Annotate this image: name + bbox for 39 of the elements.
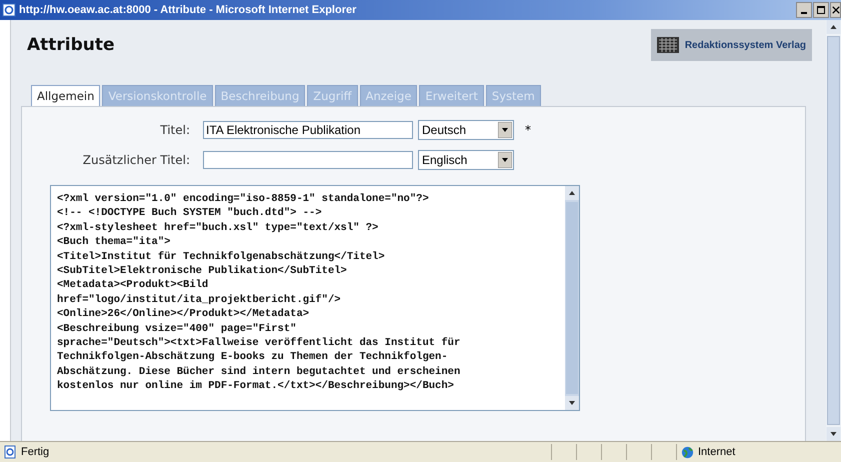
tab[interactable]: System xyxy=(486,85,541,106)
maximize-icon xyxy=(816,5,826,15)
grid-logo-icon xyxy=(656,37,679,53)
page-icon xyxy=(3,445,17,459)
window-title: http://hw.oeaw.ac.at:8000 - Attribute - Microsoft Internet Explorer xyxy=(19,4,356,16)
scroll-up-icon[interactable] xyxy=(565,186,579,200)
minimize-icon xyxy=(801,12,807,14)
text-field[interactable]: ITA Elektronische Publikation xyxy=(203,121,413,139)
status-text: Fertig xyxy=(21,446,50,458)
minimize-button[interactable] xyxy=(796,2,812,18)
globe-icon xyxy=(681,446,694,458)
xml-text-area[interactable] xyxy=(50,185,580,411)
scroll-down-icon[interactable] xyxy=(565,396,579,410)
language-dropdown[interactable]: Deutsch xyxy=(418,120,514,140)
text-field[interactable] xyxy=(203,151,413,169)
close-button[interactable] xyxy=(830,2,841,18)
field-label: Zusätzlicher Titel: xyxy=(82,153,190,167)
browser-page-icon xyxy=(2,3,16,17)
tab[interactable]: Erweitert xyxy=(419,85,484,106)
close-icon xyxy=(832,5,840,15)
scrollbar[interactable] xyxy=(565,186,579,410)
tab[interactable]: Anzeige xyxy=(360,85,418,106)
maximize-button[interactable] xyxy=(813,2,829,18)
dropdown-arrow-icon xyxy=(498,122,512,138)
dropdown-arrow-icon xyxy=(498,152,512,168)
logo-text: Redaktionssystem Verlag xyxy=(684,40,806,50)
scroll-up-icon[interactable] xyxy=(826,20,841,34)
field-label: Titel: xyxy=(159,123,190,137)
page-scrollbar[interactable] xyxy=(826,20,841,441)
tab[interactable]: Zugriff xyxy=(307,85,358,106)
language-dropdown[interactable]: Englisch xyxy=(418,150,514,170)
required-mark: * xyxy=(525,123,531,137)
scroll-down-icon[interactable] xyxy=(826,427,841,441)
tab[interactable]: Allgemein xyxy=(31,85,100,106)
security-zone-text: Internet xyxy=(698,446,736,458)
tab[interactable]: Beschreibung xyxy=(214,85,306,106)
tab[interactable]: Versionskontrolle xyxy=(102,85,213,106)
page-heading: Attribute xyxy=(27,35,115,55)
xml-source-text: <?xml version="1.0" encoding="iso-8859-1" standalone="no"?> <!-- <!DOCTYPE Buch SYSTEM "buch.dtd"> --> <?xml-stylesheet href="buch.xsl" type="text/xsl" ?> <Buch thema="ita"> <Titel>Institut für Technikfolgenabschätzung</Titel> <SubTitel>Elektronische Publikation</SubTitel> <Metadata><Produkt><Bild href="logo/institut/ita_projektbericht.gif"/> <Online>26</Online></Produkt></Metadata> <Beschreibung vsize="400" page="First" sprache="Deutsch"><txt>Fallweise veröffentlicht das Institut für Technikfolgen-Abschätzung E-books zu Themen der Technikfolgen- Abschätzung. Diese Bücher sind intern begutachtet und erscheinen kostenlos nur online im PDF-Format.</txt></Beschreibung></Buch> xyxy=(56,192,462,394)
